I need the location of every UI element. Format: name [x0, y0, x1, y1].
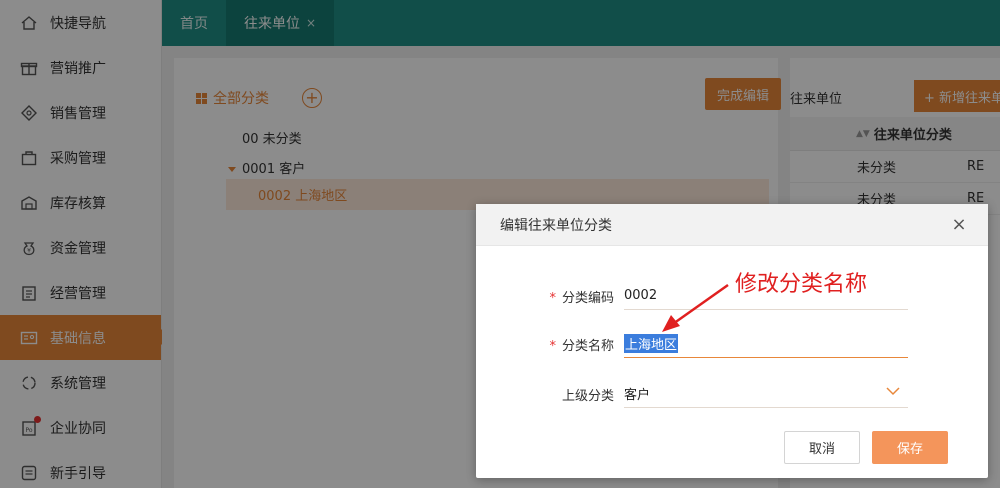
parent-category-value: 客户 — [624, 388, 651, 403]
parent-label: 上级分类 — [561, 388, 614, 404]
code-label: 分类编码 — [561, 290, 614, 306]
required-mark: * — [549, 290, 556, 306]
annotation-text: 修改分类名称 — [735, 272, 868, 297]
edit-category-dialog: 编辑往来单位分类 × * 分类编码 0002 * 分类名称 上海地区 上级分类 客户… — [476, 204, 988, 478]
annotation-arrow-icon — [662, 283, 729, 332]
name-label: 分类名称 — [561, 338, 614, 354]
form-row-parent: 上级分类 客户 — [476, 379, 988, 409]
field-label: * 分类名称 — [549, 335, 614, 354]
chevron-down-icon[interactable] — [886, 386, 900, 396]
required-mark: * — [549, 338, 556, 354]
close-icon[interactable]: × — [950, 216, 968, 234]
save-button[interactable]: 保存 — [872, 431, 948, 464]
dialog-title: 编辑往来单位分类 — [476, 204, 988, 246]
field-label: 上级分类 — [562, 385, 614, 404]
parent-category-select[interactable]: 客户 — [624, 380, 908, 408]
cancel-button[interactable]: 取消 — [784, 431, 860, 464]
field-label: * 分类编码 — [549, 287, 614, 306]
